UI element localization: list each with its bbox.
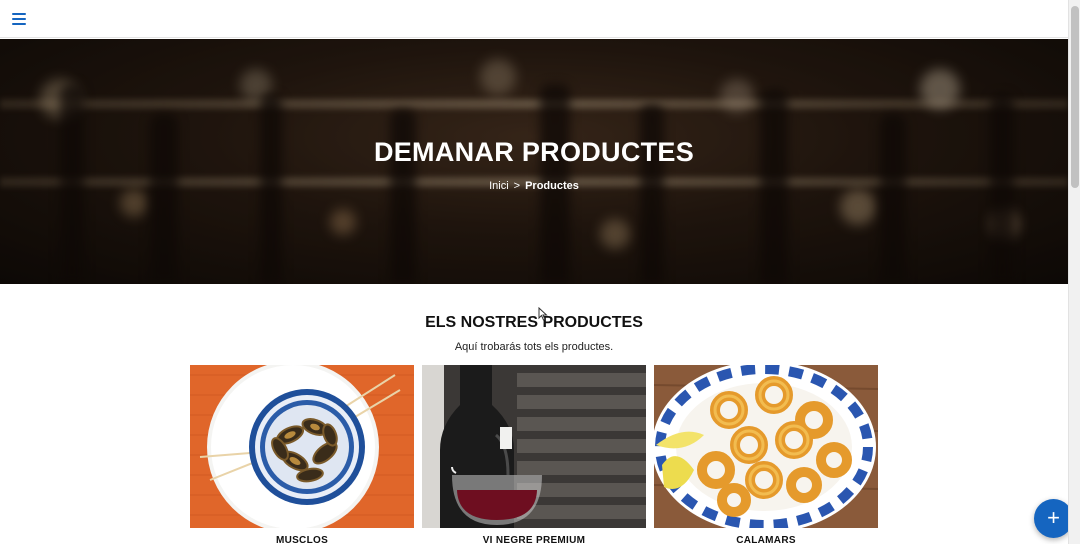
product-name[interactable]: VI NEGRE PREMIUM — [422, 535, 646, 544]
breadcrumb-separator: > — [513, 180, 521, 192]
top-bar — [0, 0, 1068, 38]
product-image-mussels[interactable] — [190, 365, 414, 528]
menu-icon[interactable] — [12, 13, 26, 25]
product-card-wine[interactable]: VI NEGRE PREMIUM — [422, 365, 646, 544]
breadcrumb-home-link[interactable]: Inici — [489, 180, 509, 192]
hero-title: DEMANAR PRODUCTES — [373, 137, 695, 167]
breadcrumb-current: Productes — [525, 180, 579, 192]
product-card-mussels[interactable]: MUSCLOS — [190, 365, 414, 544]
scrollbar-thumb[interactable] — [1071, 6, 1079, 188]
product-card-calamari[interactable]: CALAMARS — [654, 365, 878, 544]
breadcrumb: Inici > Productes — [0, 180, 1068, 192]
product-image-calamari[interactable] — [654, 365, 878, 528]
section-title: ELS NOSTRES PRODUCTES — [425, 314, 643, 331]
product-name[interactable]: CALAMARS — [654, 535, 878, 544]
page-scrollbar[interactable] — [1068, 0, 1080, 544]
section-subtitle: Aquí trobarás tots els productes. — [454, 341, 614, 353]
mouse-cursor-icon — [538, 307, 548, 321]
hero-banner: DEMANAR PRODUCTES Inici > Productes — [0, 39, 1068, 284]
product-image-wine[interactable] — [422, 365, 646, 528]
product-name[interactable]: MUSCLOS — [190, 535, 414, 544]
